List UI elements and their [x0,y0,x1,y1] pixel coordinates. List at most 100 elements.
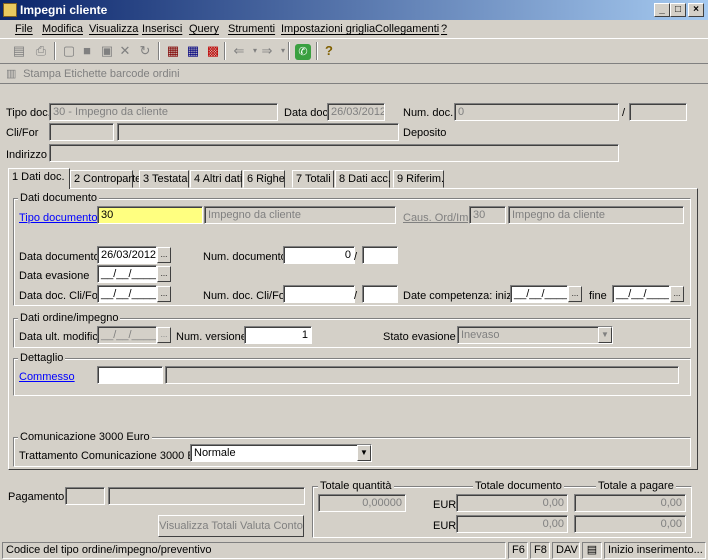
app-icon [3,3,17,17]
stato-evasione-select: Inevaso [457,326,613,344]
status-message: Codice del tipo ordine/impegno/preventiv… [2,542,506,559]
tab-righe[interactable]: 6 Righe [243,170,285,188]
save-icon[interactable]: ■ [76,40,98,62]
delete-icon[interactable]: ✕ [114,40,136,62]
num-documento-input[interactable]: 0 [283,246,355,264]
toolbar-separator [158,42,160,60]
window-title-bar: Impegni cliente [0,0,708,20]
tipo-documento-desc-field: Impegno da cliente [204,206,396,224]
print-labels-button[interactable]: ▥ Stampa Etichette barcode ordini [6,66,180,84]
tipo-documento-link[interactable]: Tipo documento [19,211,97,225]
menu-file[interactable]: File [15,20,33,38]
status-f6: F6 [508,542,528,559]
cli-for-code-field [49,123,114,141]
eur-label: EUR [433,520,457,532]
data-ult-modifica-label: Data ult. modifica [19,331,104,343]
phone-icon[interactable]: ✆ [292,40,314,62]
status-f8: F8 [530,542,550,559]
menu-modifica[interactable]: Modifica [42,20,83,38]
toolbar-separator [54,42,56,60]
data-evasione-input[interactable]: __/__/____ [97,265,157,283]
caus-desc-field: Impegno da cliente [508,206,684,224]
deposito-label: Deposito [403,127,447,139]
data-doc-field: 26/03/2012 [327,103,385,121]
menu-query[interactable]: Query [189,20,219,38]
trattamento-select[interactable]: Normale [190,444,372,462]
date-competenza-label: Date competenza: inizio [403,290,521,302]
menu-visualizza[interactable]: Visualizza [89,20,138,38]
tipo-doc-field: 30 - Impegno da cliente [49,103,278,121]
toolbar-separator [224,42,226,60]
refresh-icon[interactable]: ↻ [134,40,156,62]
print-labels-label: Stampa Etichette barcode ordini [23,68,180,80]
tab-testata[interactable]: 3 Testata [139,170,189,188]
num-documento-slash: / [354,251,358,263]
tab-riferim[interactable]: 9 Riferim. [393,170,444,188]
caus-ord-imp-link: Caus. Ord/Imp [403,212,475,224]
print-preview-icon[interactable]: ▤ [8,40,30,62]
tipo-documento-code-input[interactable]: 30 [97,206,203,224]
pagamento-label: Pagamento [8,491,65,503]
menu-collegamenti[interactable]: Collegamenti [375,20,439,38]
num-doc-clifor-input[interactable] [283,285,355,303]
data-ult-modifica-field: __/__/____ [97,326,157,344]
minimize-button[interactable]: _ [654,3,670,17]
date-picker-button[interactable]: ... [568,286,582,302]
num-doc-clifor-label: Num. doc. Cli/For. [203,290,292,302]
dati-documento-title: Dati documento [18,192,100,204]
menu-help[interactable]: ? [441,20,447,38]
num-doc-slash: / [622,107,626,119]
num-documento-suffix-input[interactable] [362,246,398,264]
commesso-code-input[interactable] [97,366,163,384]
data-doc-label: Data doc. [284,107,332,119]
totale-pagare-field: 0,00 [574,494,686,512]
trattamento-label: Trattamento Comunicazione 3000 Euro [19,450,211,462]
data-evasione-label: Data evasione [19,270,90,282]
tab-dati-acc[interactable]: 8 Dati acc. [335,170,391,188]
grid-add-icon[interactable]: ▦ [162,40,184,62]
date-competenza-fine-input[interactable]: __/__/____ [612,285,670,303]
maximize-button[interactable]: □ [670,3,686,17]
num-versione-input[interactable]: 1 [244,326,312,344]
grid-delete-icon[interactable]: ▩ [202,40,224,62]
date-picker-button[interactable]: ... [157,247,171,263]
dati-ordine-title: Dati ordine/impegno [18,312,121,324]
print-icon[interactable]: ⎙ [30,40,52,62]
data-documento-input[interactable]: 26/03/2012 [97,246,157,264]
toolbar-separator [288,42,290,60]
cli-for-name-field [117,123,399,141]
date-picker-button[interactable]: ... [157,286,171,302]
chevron-down-icon[interactable]: ▾ [272,40,294,62]
eur-label: EUR [433,499,457,511]
totale-documento-label: Totale documento [473,480,564,492]
menu-inserisci[interactable]: Inserisci [142,20,182,38]
num-versione-label: Num. versione [176,331,247,343]
date-picker-button[interactable]: ... [157,266,171,282]
visualizza-totali-button[interactable]: Visualizza Totali Valuta Conto [158,515,304,537]
tab-controparte[interactable]: 2 Controparte [70,170,141,188]
date-competenza-inizio-input[interactable]: __/__/____ [510,285,568,303]
barcode-icon: ▥ [6,68,17,80]
close-button[interactable]: × [688,3,704,17]
num-doc-clifor-suffix-input[interactable] [362,285,398,303]
tab-dati-doc[interactable]: 1 Dati doc. [8,168,70,189]
chevron-down-icon[interactable]: ▼ [357,445,371,461]
tab-altri-dati[interactable]: 4 Altri dati [190,170,242,188]
status-mode: Inizio inserimento... [604,542,706,559]
date-picker-button[interactable]: ... [670,286,684,302]
commesso-link[interactable]: Commesso [19,370,75,384]
totale-quantita-field: 0,00000 [318,494,406,512]
data-doc-clifor-input[interactable]: __/__/____ [97,285,157,303]
num-doc-clifor-slash: / [354,290,358,302]
status-dav: DAV [552,542,580,559]
pagamento-code-field [65,487,105,505]
menu-impostazioni-griglia[interactable]: Impostazioni griglia [281,20,375,38]
commesso-name-field [165,366,679,384]
help-icon[interactable]: ? [318,40,340,62]
indirizzo-label: Indirizzo [6,149,47,161]
grid-icon[interactable]: ▦ [182,40,204,62]
date-picker-button: ... [157,327,171,343]
totale-documento-valuta-field: 0,00 [456,515,568,533]
menu-strumenti[interactable]: Strumenti [228,20,275,38]
tab-totali[interactable]: 7 Totali [292,170,334,188]
